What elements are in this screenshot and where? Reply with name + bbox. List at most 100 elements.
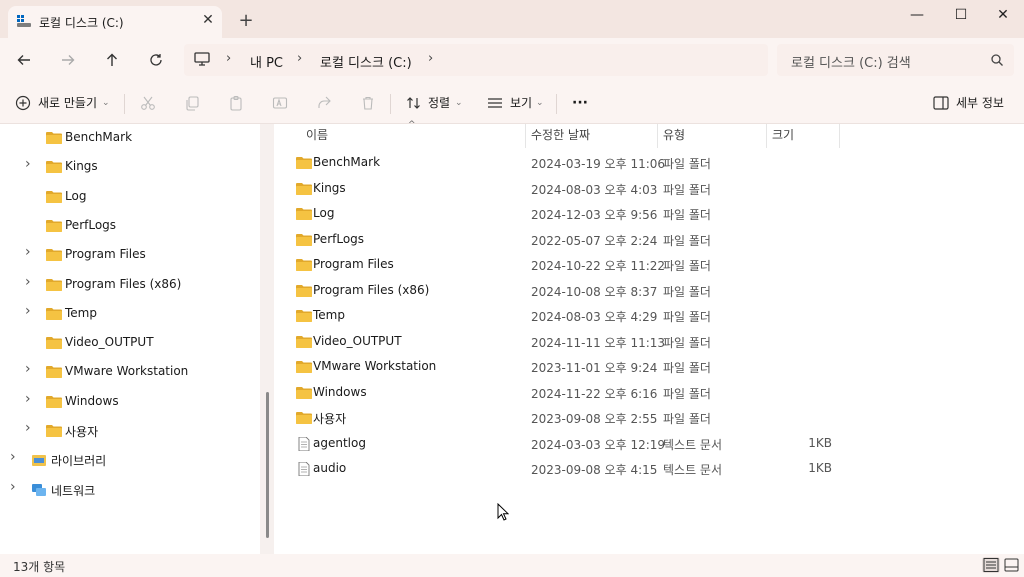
table-row[interactable]: Windows 2024-11-22 오후 6:16 파일 폴더 xyxy=(292,381,832,406)
table-row[interactable]: VMware Workstation 2023-11-01 오후 9:24 파일 폴… xyxy=(292,355,832,380)
up-button[interactable] xyxy=(99,48,125,72)
sidebar-item[interactable]: › 사용자 xyxy=(0,418,250,444)
chevron-right-icon[interactable]: › xyxy=(25,157,35,171)
column-header-size[interactable]: 크기 xyxy=(772,124,794,148)
file-type: 파일 폴더 xyxy=(663,412,711,426)
network-icon xyxy=(32,483,46,496)
file-name: Video_OUTPUT xyxy=(313,333,402,348)
table-row[interactable]: audio 2023-09-08 오후 4:15 텍스트 문서 1KB xyxy=(292,457,832,482)
search-input[interactable]: 로컬 디스크 (C:) 검색 xyxy=(791,52,911,71)
sort-icon xyxy=(407,97,420,109)
folder-icon xyxy=(46,307,62,320)
sidebar-item[interactable]: › Program Files (x86) xyxy=(0,272,250,298)
view-button[interactable]: 보기 xyxy=(510,92,532,114)
column-divider[interactable] xyxy=(839,124,840,148)
tab-close-button[interactable]: ✕ xyxy=(200,12,216,28)
column-divider[interactable] xyxy=(657,124,658,148)
file-type: 파일 폴더 xyxy=(663,335,711,350)
breadcrumb-separator: › xyxy=(226,51,232,66)
table-row[interactable]: Temp 2024-08-03 오후 4:29 파일 폴더 xyxy=(292,304,832,329)
table-row[interactable]: Kings 2024-08-03 오후 4:03 파일 폴더 xyxy=(292,177,832,202)
sidebar-item[interactable]: Video_OUTPUT xyxy=(0,330,250,356)
new-tab-button[interactable]: + xyxy=(236,11,256,31)
sidebar-item-label: 사용자 xyxy=(65,425,99,439)
chevron-right-icon[interactable]: › xyxy=(25,392,35,406)
breadcrumb-separator[interactable]: › xyxy=(428,51,433,66)
folder-icon xyxy=(46,219,62,232)
library-icon xyxy=(32,455,46,467)
sidebar-item-label: Log xyxy=(65,188,87,203)
sidebar-item[interactable]: › Kings xyxy=(0,154,250,180)
tab-local-disk[interactable]: 로컬 디스크 (C:) ✕ xyxy=(8,6,222,38)
rename-icon[interactable] xyxy=(272,95,288,111)
file-type: 파일 폴더 xyxy=(663,361,711,375)
cut-icon[interactable] xyxy=(140,95,156,111)
plus-circle-icon xyxy=(15,95,31,111)
column-header-type[interactable]: 유형 xyxy=(663,124,685,148)
table-row[interactable]: BenchMark 2024-03-19 오후 11:06 파일 폴더 xyxy=(292,151,832,176)
folder-icon xyxy=(46,161,62,174)
search-box[interactable]: 로컬 디스크 (C:) 검색 xyxy=(777,44,1014,76)
table-row[interactable]: PerfLogs 2022-05-07 오후 2:24 파일 폴더 xyxy=(292,228,832,253)
command-bar: 새로 만들기 ⌄ 정렬 ⌄ 보기 ⌄ ··· 세부 정보 xyxy=(0,82,1024,124)
table-row[interactable]: Video_OUTPUT 2024-11-11 오후 11:13 파일 폴더 xyxy=(292,330,832,355)
chevron-right-icon[interactable]: › xyxy=(25,275,35,289)
close-window-button[interactable]: ✕ xyxy=(982,0,1024,30)
chevron-right-icon[interactable]: › xyxy=(25,304,35,318)
folder-icon xyxy=(296,310,312,322)
sidebar-item[interactable]: › Temp xyxy=(0,301,250,327)
file-date-modified: 2024-12-03 오후 9:56 xyxy=(531,208,658,222)
breadcrumb-this-pc[interactable]: 내 PC xyxy=(250,52,283,71)
breadcrumb-local-disk[interactable]: 로컬 디스크 (C:) xyxy=(320,52,412,71)
sidebar-item[interactable]: BenchMark xyxy=(0,125,250,151)
sort-button[interactable]: 정렬 xyxy=(428,92,450,114)
column-header-date[interactable]: 수정한 날짜 xyxy=(531,124,590,148)
sidebar-item[interactable]: Log xyxy=(0,184,250,210)
sidebar-scrollbar-thumb[interactable] xyxy=(266,392,269,538)
details-view-button[interactable] xyxy=(982,557,1000,573)
sidebar-item[interactable]: PerfLogs xyxy=(0,213,250,239)
table-row[interactable]: 사용자 2023-09-08 오후 2:55 파일 폴더 xyxy=(292,406,832,431)
table-row[interactable]: Log 2024-12-03 오후 9:56 파일 폴더 xyxy=(292,202,832,227)
details-button[interactable]: 세부 정보 xyxy=(956,92,1004,114)
sidebar-item[interactable]: › VMware Workstation xyxy=(0,359,250,385)
file-name: Kings xyxy=(313,180,346,195)
maximize-button[interactable]: ☐ xyxy=(940,0,982,30)
folder-icon xyxy=(46,395,62,408)
copy-icon[interactable] xyxy=(184,95,200,111)
table-row[interactable]: Program Files (x86) 2024-10-08 오후 8:37 파일 … xyxy=(292,279,832,304)
chevron-right-icon[interactable]: › xyxy=(25,245,35,259)
file-date-modified: 2024-08-03 오후 4:29 xyxy=(531,310,658,324)
folder-icon xyxy=(296,412,312,424)
table-row[interactable]: agentlog 2024-03-03 오후 12:19 텍스트 문서 1KB xyxy=(292,432,832,457)
column-divider[interactable] xyxy=(525,124,526,148)
forward-button[interactable] xyxy=(55,48,81,72)
chevron-right-icon[interactable]: › xyxy=(25,362,35,376)
column-divider[interactable] xyxy=(766,124,767,148)
large-icons-view-button[interactable] xyxy=(1003,557,1021,573)
sidebar-item[interactable]: › Program Files xyxy=(0,242,250,268)
sidebar-item[interactable]: › 라이브러리 xyxy=(0,447,250,473)
chevron-right-icon[interactable]: › xyxy=(25,421,35,435)
sidebar-scrollbar[interactable] xyxy=(260,124,274,554)
column-header-name[interactable]: 이름 xyxy=(306,124,328,148)
file-type: 파일 폴더 xyxy=(663,310,711,324)
chevron-right-icon[interactable]: › xyxy=(10,450,20,464)
new-button[interactable]: 새로 만들기 xyxy=(38,92,97,114)
chevron-right-icon[interactable]: › xyxy=(10,480,20,494)
minimize-button[interactable]: — xyxy=(896,0,938,30)
address-bar[interactable]: › 내 PC › 로컬 디스크 (C:) › xyxy=(184,44,768,76)
sidebar-item[interactable]: › Windows xyxy=(0,389,250,415)
table-row[interactable]: Program Files 2024-10-22 오후 11:22 파일 폴더 xyxy=(292,253,832,278)
folder-icon xyxy=(296,157,312,169)
back-button[interactable] xyxy=(11,48,37,72)
sidebar-item[interactable]: › 네트워크 xyxy=(0,477,250,503)
more-options-button[interactable]: ··· xyxy=(572,92,588,114)
paste-icon[interactable] xyxy=(228,95,244,111)
delete-icon[interactable] xyxy=(360,95,376,111)
divider xyxy=(124,94,125,114)
folder-icon xyxy=(296,361,312,373)
share-icon[interactable] xyxy=(316,95,332,111)
refresh-button[interactable] xyxy=(143,48,169,72)
file-type: 파일 폴더 xyxy=(663,182,711,197)
